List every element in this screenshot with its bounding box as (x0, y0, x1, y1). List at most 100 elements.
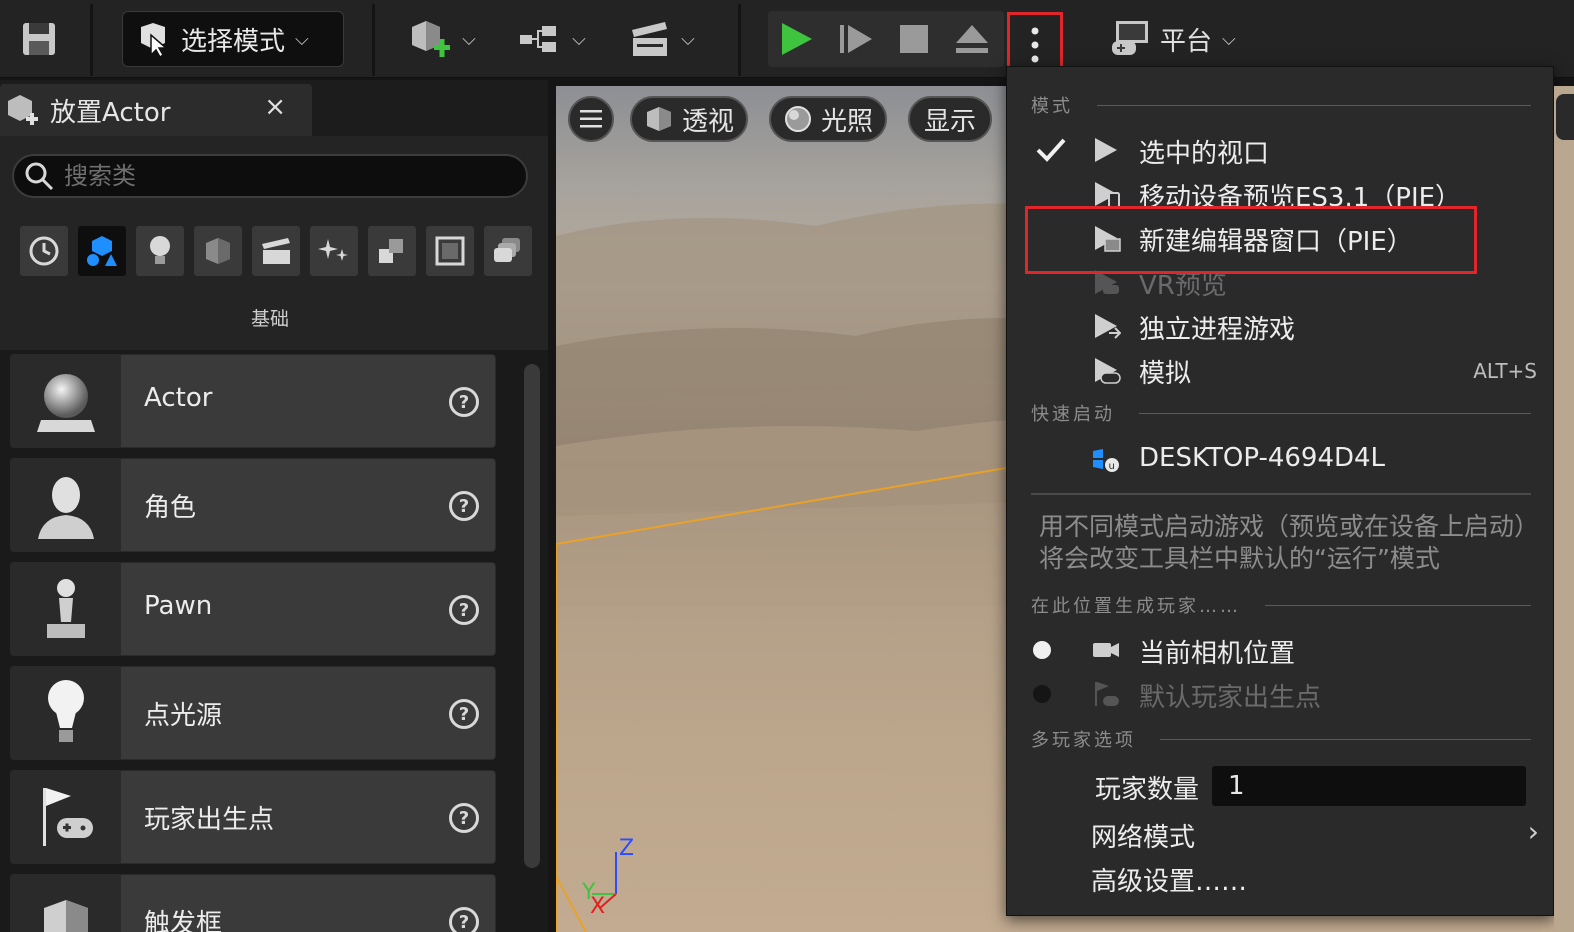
platform-label: 平台 (1160, 26, 1213, 57)
hamburger-icon (580, 110, 602, 128)
pawn-icon (47, 579, 85, 638)
players-count-input[interactable]: 1 (1212, 766, 1526, 806)
help-icon[interactable]: ? (449, 595, 479, 625)
list-item-character[interactable]: 角色 ? (10, 458, 496, 552)
help-icon[interactable]: ? (449, 803, 479, 833)
cinematics-button[interactable]: ⌵ (622, 14, 702, 64)
stop-button[interactable] (886, 11, 942, 67)
mode-label: 独立进程游戏 (1139, 315, 1296, 345)
mode-label: 模拟 (1139, 359, 1192, 389)
player-start-icon (43, 788, 93, 846)
point-light-thumbnail (11, 667, 121, 759)
category-title: 基础 (250, 308, 289, 330)
mode-standalone-game[interactable]: 独立进程游戏 (1007, 305, 1555, 347)
stop-icon (900, 25, 928, 53)
device-name: DESKTOP-4694D4L (1139, 443, 1386, 473)
section-mode-title: 模式 (1031, 96, 1073, 117)
platform-dropdown[interactable]: 平台 ⌵ (1110, 14, 1236, 64)
actor-list: Actor ? 角色 ? Pawn ? 点光源 ? 玩家出生点 ? 触发框 ? (0, 350, 548, 932)
trigger-box-icon (44, 900, 88, 932)
radio-unselected[interactable] (1033, 685, 1051, 703)
volume-icon (435, 236, 465, 266)
category-basic[interactable] (78, 226, 126, 276)
spawn-label: 当前相机位置 (1139, 639, 1296, 669)
clapperboard-icon (262, 238, 290, 264)
viewport-options-button[interactable] (568, 96, 614, 142)
close-icon[interactable]: × (264, 92, 286, 122)
list-item-actor[interactable]: Actor ? (10, 354, 496, 448)
section-multi-title: 多玩家选项 (1031, 730, 1136, 751)
lit-sphere-icon (785, 106, 811, 132)
chevron-down-icon: ⌵ (572, 28, 586, 50)
category-recent[interactable] (20, 226, 68, 276)
net-mode-submenu[interactable]: 网络模式 › (1007, 813, 1555, 855)
clapperboard-icon (632, 22, 668, 56)
select-mode-icon (141, 23, 169, 57)
standalone-icon (1095, 314, 1121, 339)
list-item-player-start[interactable]: 玩家出生点 ? (10, 770, 496, 864)
more-vertical-icon (1031, 27, 1039, 63)
sparkles-icon (318, 239, 348, 261)
category-all-classes[interactable] (484, 226, 532, 276)
help-icon[interactable]: ? (449, 387, 479, 417)
category-lights[interactable] (136, 226, 184, 276)
platform-monitor-icon (1112, 21, 1148, 55)
category-geometry[interactable] (368, 226, 416, 276)
chevron-down-icon: ⌵ (681, 28, 695, 50)
category-volumes[interactable] (426, 226, 474, 276)
sphere-icon (37, 374, 95, 432)
play-button[interactable] (768, 11, 824, 67)
help-icon[interactable]: ? (449, 907, 479, 932)
cube-icon (206, 238, 230, 264)
spawn-current-camera[interactable]: 当前相机位置 (1007, 629, 1555, 671)
lightbulb-icon (48, 680, 84, 742)
search-input[interactable] (64, 162, 484, 190)
advanced-label: 高级设置…… (1091, 867, 1248, 897)
add-content-button[interactable]: ⌵ (404, 14, 480, 64)
panel-title: 放置Actor (50, 97, 171, 128)
advance-frame-button[interactable] (828, 11, 884, 67)
place-actor-icon (8, 95, 38, 125)
select-mode-dropdown[interactable]: 选择模式 ⌵ (122, 11, 344, 67)
list-item-point-light[interactable]: 点光源 ? (10, 666, 496, 760)
spawn-default-player-start[interactable]: 默认玩家出生点 (1007, 673, 1555, 715)
section-spawn: 在此位置生成玩家…… (1031, 593, 1531, 617)
perspective-button[interactable]: 透视 (630, 96, 749, 142)
help-icon[interactable]: ? (449, 491, 479, 521)
category-visual-effects[interactable] (310, 226, 358, 276)
menu-divider (1031, 493, 1531, 495)
list-scrollbar[interactable] (524, 364, 540, 868)
search-icon (25, 162, 54, 191)
advanced-settings[interactable]: 高级设置…… (1007, 857, 1555, 899)
lighting-button[interactable]: 光照 (769, 96, 888, 142)
shortcut-label: ALT+S (1473, 359, 1537, 383)
device-desktop[interactable]: u DESKTOP-4694D4L (1007, 439, 1555, 481)
category-shapes[interactable] (194, 226, 242, 276)
eject-icon (956, 25, 988, 53)
mode-simulate[interactable]: 模拟 ALT+S (1007, 349, 1555, 391)
mode-selected-viewport[interactable]: 选中的视口 (1007, 129, 1555, 171)
players-label: 玩家数量 (1095, 775, 1200, 805)
list-item-trigger-box[interactable]: 触发框 ? (10, 874, 496, 932)
toolbar-separator (90, 4, 93, 76)
show-button[interactable]: 显示 (908, 96, 993, 142)
save-icon (23, 23, 55, 55)
place-actors-tab[interactable]: 放置Actor × (0, 84, 312, 136)
category-cinematic[interactable] (252, 226, 300, 276)
radio-selected[interactable] (1033, 641, 1051, 659)
axis-z-label: Z (619, 836, 635, 861)
viewport-edge (1554, 86, 1574, 932)
save-button[interactable] (14, 14, 64, 64)
eject-button[interactable] (944, 11, 1000, 67)
advance-frame-icon (840, 25, 872, 53)
blueprint-button[interactable]: ⌵ (514, 14, 590, 64)
help-icon[interactable]: ? (449, 699, 479, 729)
show-label: 显示 (924, 106, 977, 137)
play-controls (768, 11, 1004, 67)
list-item-pawn[interactable]: Pawn ? (10, 562, 496, 656)
item-name: 触发框 (144, 909, 223, 932)
mode-description: 用不同模式启动游戏（预览或在设备上启动）将会改变工具栏中默认的“运行”模式 (1039, 512, 1540, 573)
viewport-edge-button[interactable] (1556, 94, 1574, 140)
spawn-label: 默认玩家出生点 (1139, 683, 1322, 713)
lighting-label: 光照 (821, 106, 874, 137)
